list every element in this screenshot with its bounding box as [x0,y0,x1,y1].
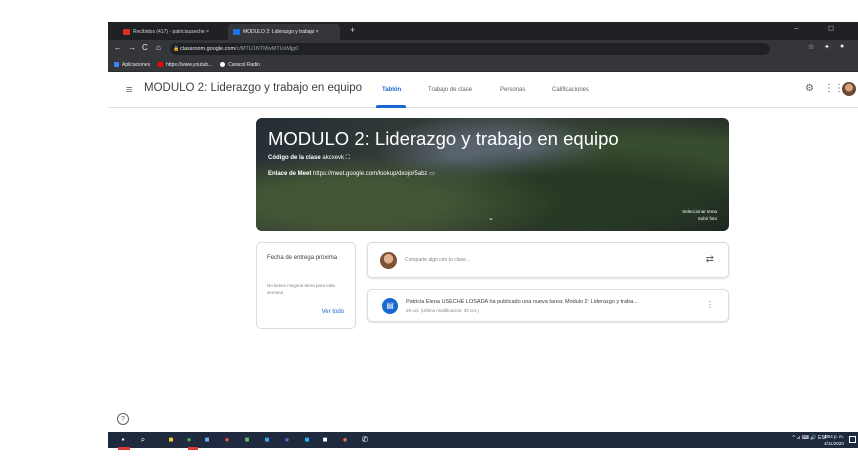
youtube-icon [158,62,164,67]
tab-trabajo-de-clase[interactable]: Trabajo de clase [428,87,472,93]
theme-controls: Seleccionar tema Subir foto [682,208,717,222]
apps-grid-icon[interactable]: ⋮⋮ [824,83,844,94]
banner-title: MODULO 2: Liderazgo y trabajo en equipo [268,128,619,149]
outlook-icon[interactable]: ■ [302,435,312,445]
gmail-icon [123,29,130,35]
assignment-icon: ▤ [382,298,398,314]
upcoming-card: Fecha de entrega próxima No tienes ningu… [256,242,356,329]
forward-icon[interactable]: → [128,43,136,52]
upcoming-text: No tienes ninguna tarea para esta semana [267,283,335,295]
taskbar-indicator [118,447,130,450]
tab-label: MODULO 2: Liderazgo y trabajo × [243,29,319,35]
menu-icon[interactable]: ≡ [126,84,132,96]
bookmark-label: Aplicaciones [122,61,151,68]
fullscreen-icon[interactable]: ⛶ [346,155,350,161]
stream-post[interactable]: ▤ Patricia Elena USECHE LOSADA ha public… [367,289,729,322]
bookmark-caracol[interactable]: Caracol Radio [220,62,260,68]
clock[interactable]: 4:04 p. m. 4/11/2020 [824,433,844,447]
chrome-active-icon[interactable]: ● [340,435,350,445]
tab-classroom[interactable]: MODULO 2: Liderazgo y trabajo × [228,24,340,40]
user-avatar [380,252,397,269]
teams-icon[interactable]: ● [282,435,292,445]
classroom-icon [233,29,240,35]
windows-start-icon[interactable]: ▪ [118,435,128,445]
more-options-icon[interactable]: ⋮ [706,300,714,309]
taskbar-indicator [188,447,198,450]
search-icon[interactable]: ⌕ [138,435,148,445]
help-icon[interactable]: ? [117,413,129,425]
select-theme-link[interactable]: Seleccionar tema [682,208,717,215]
bookmark-label: Caracol Radio [228,61,260,68]
new-tab-button[interactable]: + [350,25,355,35]
upcoming-heading: Fecha de entrega próxima [267,255,338,261]
word-icon[interactable]: ■ [262,435,272,445]
star-icon[interactable]: ☆ [808,43,814,51]
meet-label: Enlace de Meet [268,171,312,177]
reload-icon[interactable]: C [142,43,148,52]
phone-icon[interactable]: ✆ [360,435,370,445]
meet-link: Enlace de Meet https://meet.google.com/l… [268,170,435,177]
chrome-icon[interactable]: ● [184,435,194,445]
browser-tab-strip: Recibidos (417) - patriciauseche × MODUL… [108,22,858,40]
back-icon[interactable]: ← [114,43,122,52]
tab-gmail[interactable]: Recibidos (417) - patriciauseche × [118,24,226,40]
class-banner: MODULO 2: Liderazgo y trabajo en equipo … [256,118,729,231]
upload-photo-link[interactable]: Subir foto [682,215,717,222]
share-placeholder: Comparte algo con tu clase... [405,257,471,263]
bookmark-apps[interactable]: Aplicaciones [114,62,150,68]
app-icon-red[interactable]: ● [222,435,232,445]
class-code-label: Código de la clase [268,155,321,161]
class-title[interactable]: MODULO 2: Liderazgo y trabajo en equipo [144,82,362,94]
view-all-link[interactable]: Ver todo [322,309,344,315]
bookmarks-bar: Aplicaciones https://www.youtub... Carac… [108,58,858,72]
tab-calificaciones[interactable]: Calificaciones [552,87,589,93]
class-code-value: akcxevk [322,155,345,161]
globe-icon [220,62,226,67]
file-explorer-icon[interactable]: ■ [166,435,176,445]
notifications-icon[interactable] [849,436,856,443]
bookmark-youtube[interactable]: https://www.youtub... [158,62,212,68]
video-icon[interactable]: ▭ [429,171,435,177]
tab-personas[interactable]: Personas [500,87,525,93]
account-avatar[interactable] [842,82,856,96]
post-text: Patricia Elena USECHE LOSADA ha publicad… [406,299,638,305]
document-icon[interactable]: ■ [320,435,330,445]
clock-time: 4:04 p. m. [823,434,844,439]
tab-label: Recibidos (417) - patriciauseche × [133,29,210,35]
extension-icon[interactable]: ✦ [824,43,830,51]
store-icon[interactable]: ■ [202,435,212,445]
clock-date: 4/11/2020 [824,441,844,446]
post-date: 29 oct. (Última modificación: 30 oct.) [406,308,479,313]
url-host: classroom.google.com [180,46,236,52]
url-path: /c/MTU1NTMwMTUxMjg0 [235,46,299,52]
share-box[interactable]: Comparte algo con tu clase... ⇄ [367,242,729,278]
repost-icon[interactable]: ⇄ [706,254,714,265]
address-row: ← → C ⌂ 🔒 classroom.google.com/c/MTU1NTM… [108,40,858,58]
chevron-down-icon[interactable]: ⌄ [488,214,494,222]
bookmark-label: https://www.youtub... [166,61,213,68]
tab-tablon[interactable]: Tablón [382,87,401,93]
windows-taskbar: ▪ ⌕ ■ ● ■ ● ■ ■ ● ■ ■ ● ✆ ^ ⊿ ⌨ 🔊 ESP 4:… [108,432,858,448]
system-tray[interactable]: ^ ⊿ ⌨ 🔊 ESP [792,435,828,441]
apps-icon [114,62,119,67]
lock-icon: 🔒 [173,46,180,52]
active-tab-indicator [376,105,406,108]
home-icon[interactable]: ⌂ [156,43,161,52]
address-bar[interactable]: 🔒 classroom.google.com/c/MTU1NTMwMTUxMjg… [170,43,770,55]
excel-icon[interactable]: ■ [242,435,252,445]
profile-icon[interactable]: ● [840,43,844,50]
meet-url[interactable]: https://meet.google.com/lookup/dxojor5ab… [313,171,427,177]
window-controls[interactable]: – ◻ [794,24,848,32]
settings-icon[interactable]: ⚙ [805,83,814,94]
classroom-header: ≡ MODULO 2: Liderazgo y trabajo en equip… [108,72,858,108]
class-code: Código de la clase akcxevk ⛶ [268,155,350,162]
